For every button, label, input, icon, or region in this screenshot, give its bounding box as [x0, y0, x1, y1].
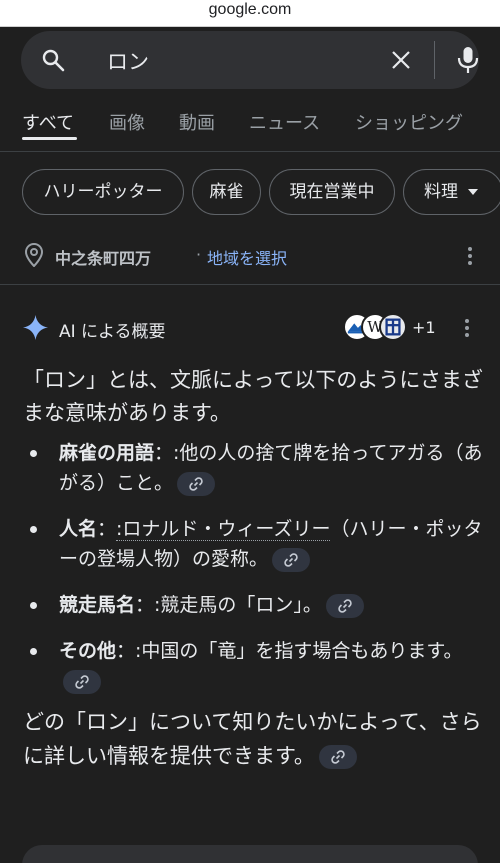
link-icon — [331, 750, 345, 764]
searchbox-divider — [434, 41, 435, 79]
source-link-button[interactable] — [272, 547, 311, 572]
chevron-down-icon — [468, 189, 479, 195]
link-icon — [75, 674, 89, 689]
ai-overview-title: AI による概要 — [59, 322, 166, 342]
item-sep: ： — [97, 518, 117, 540]
mic-icon[interactable] — [455, 46, 481, 74]
active-tab-indicator — [22, 137, 77, 140]
link-icon — [284, 552, 298, 567]
select-region-link[interactable]: 地域を選択 — [207, 245, 287, 269]
link-icon — [338, 598, 352, 613]
source-avatars[interactable]: W +1 — [343, 313, 436, 343]
item-term: 人名 — [59, 518, 98, 540]
bullet-dot — [30, 450, 37, 457]
tab-news[interactable]: ニュース — [249, 109, 320, 135]
bullet-dot — [30, 648, 37, 655]
tab-videos[interactable]: 動画 — [179, 109, 215, 135]
list-item: その他：:中国の「竜」を指す場合もあります。 — [23, 636, 483, 696]
chip-cuisine[interactable]: 料理 — [403, 169, 500, 215]
chip-cuisine-label: 料理 — [424, 182, 458, 202]
search-input[interactable]: ロン — [107, 46, 149, 76]
browser-url-bar[interactable]: google.com — [0, 0, 500, 27]
tab-all[interactable]: すべて — [22, 109, 74, 135]
chip-harry-potter[interactable]: ハリーポッター — [22, 169, 184, 215]
tab-images[interactable]: 画像 — [109, 109, 145, 135]
link-icon — [189, 476, 203, 491]
location-pin-icon — [24, 243, 44, 267]
ai-overview-header: AI による概要 W +1 — [23, 313, 483, 343]
location-separator: · — [196, 245, 202, 264]
item-term: 麻雀の用語 — [59, 442, 155, 464]
item-text: :中国の「竜」を指す場合もあります。 — [135, 640, 463, 662]
item-term: その他 — [59, 640, 117, 662]
bullet-dot — [30, 602, 37, 609]
item-sep: ： — [116, 640, 136, 662]
item-sep: ： — [154, 442, 174, 464]
location-name: 中之条町四万 — [55, 249, 152, 268]
item-sep: ： — [135, 594, 155, 616]
chip-open-now[interactable]: 現在営業中 — [269, 169, 395, 215]
source-count: +1 — [412, 318, 436, 337]
source-link-button[interactable] — [63, 669, 101, 694]
ai-overview-closing: どの「ロン」について知りたいかによって、さらに詳しい情報を提供できます。 — [23, 705, 483, 773]
item-text: :競走馬の「ロン」。 — [154, 594, 322, 616]
search-box[interactable]: ロン — [21, 31, 479, 89]
clear-icon[interactable] — [389, 48, 413, 72]
list-item: 人名：:ロナルド・ウィーズリー（ハリー・ポッターの登場人物）の愛称。 — [23, 514, 483, 574]
bullet-dot — [30, 526, 37, 533]
source-link-button[interactable] — [318, 745, 357, 769]
list-item: 麻雀の用語：:他の人の捨て牌を拾ってアガる（あがる）こと。 — [23, 438, 483, 498]
source-link-button[interactable] — [177, 471, 216, 496]
chip-mahjong[interactable]: 麻雀 — [192, 169, 261, 215]
source-logo-kanji — [379, 313, 407, 341]
sparkle-icon — [23, 315, 48, 340]
location-row: 中之条町四万 · 地域を選択 — [24, 243, 484, 269]
search-icon[interactable] — [41, 48, 65, 72]
closing-text: どの「ロン」について知りたいかによって、さらに詳しい情報を提供できます。 — [23, 710, 482, 768]
ai-more-vert-icon[interactable] — [464, 319, 470, 339]
item-term: 競走馬名 — [59, 594, 136, 616]
search-tabs: すべて 画像 動画 ニュース ショッピング — [0, 100, 500, 152]
ai-overview-intro: 「ロン」とは、文脈によって以下のようにさまざまな意味があります。 — [23, 368, 483, 425]
source-link-button[interactable] — [325, 593, 364, 618]
ai-overview-list: 麻雀の用語：:他の人の捨て牌を拾ってアガる（あがる）こと。 人名：:ロナルド・ウ… — [23, 438, 483, 712]
next-result-card[interactable] — [22, 845, 478, 863]
more-vert-icon[interactable] — [467, 247, 473, 267]
list-item: 競走馬名：:競走馬の「ロン」。 — [23, 590, 483, 620]
entity-link[interactable]: :ロナルド・ウィーズリー — [116, 518, 331, 541]
section-divider — [0, 284, 500, 285]
tab-shopping[interactable]: ショッピング — [355, 109, 463, 135]
